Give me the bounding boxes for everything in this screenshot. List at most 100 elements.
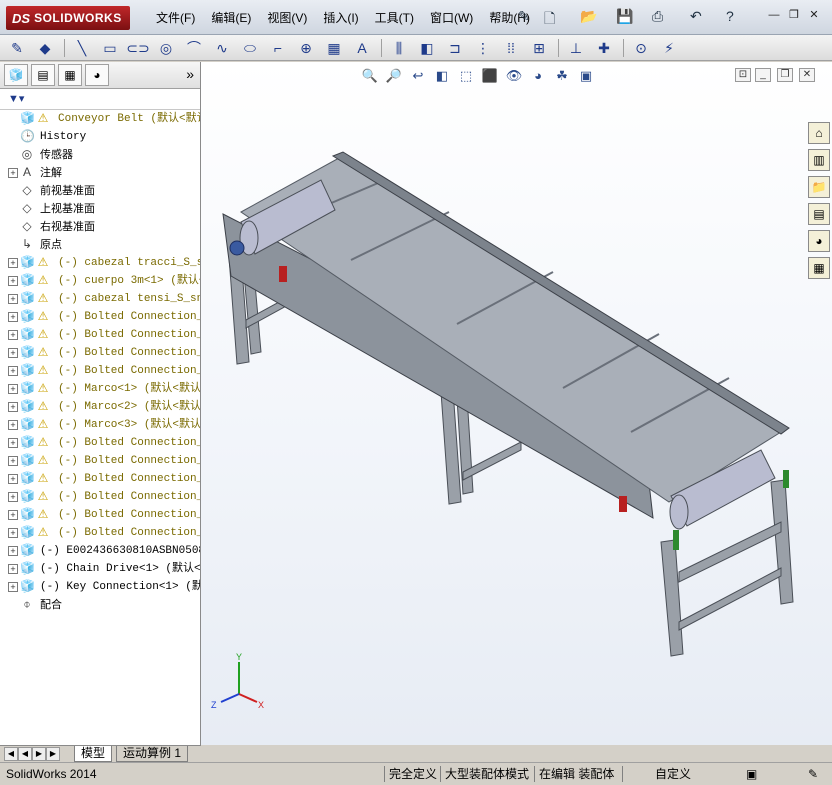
tab-motion-study[interactable]: 运动算例 1 <box>116 746 189 762</box>
first-tab-icon[interactable]: ◀ <box>4 747 18 761</box>
open-folder-icon[interactable]: 📂 <box>580 8 597 25</box>
text-icon[interactable]: A <box>349 38 375 58</box>
custom-properties-icon[interactable]: ▦ <box>808 257 830 279</box>
conveyor-model[interactable]: Y X Z <box>201 62 832 745</box>
expand-toggle-icon[interactable]: + <box>8 564 18 574</box>
tab-model[interactable]: 模型 <box>74 746 113 762</box>
expand-toggle-icon[interactable]: + <box>8 384 18 394</box>
prev-tab-icon[interactable]: ◀ <box>18 747 32 761</box>
tree-filter[interactable]: ▼▾ <box>0 89 200 110</box>
expand-toggle-icon[interactable]: + <box>8 510 18 520</box>
display-manager-tab-icon[interactable]: ◕ <box>85 64 109 86</box>
expand-toggle-icon[interactable]: + <box>8 168 18 178</box>
warning-icon: ⚠ <box>37 399 49 413</box>
solidworks-resources-icon[interactable]: ⌂ <box>808 122 830 144</box>
expand-toggle-icon[interactable]: + <box>8 348 18 358</box>
expand-toggle-icon[interactable]: + <box>8 474 18 484</box>
status-app-version: SolidWorks 2014 <box>6 767 97 781</box>
green-bracket <box>783 470 789 488</box>
menu-file[interactable]: 文件(F) <box>148 9 203 26</box>
last-tab-icon[interactable]: ▶ <box>46 747 60 761</box>
expand-toggle-icon[interactable]: + <box>8 582 18 592</box>
tree-item-label: (-) Bolted Connection_3 <box>58 437 200 449</box>
subassembly-icon: 🧊 <box>20 255 35 269</box>
expand-toggle-icon[interactable]: + <box>8 330 18 340</box>
sketch-icon[interactable]: ✎ <box>4 38 30 58</box>
centerline-icon[interactable]: ▦ <box>321 38 347 58</box>
subassembly-icon: 🧊 <box>20 327 35 341</box>
appearances-icon[interactable]: ◕ <box>808 230 830 252</box>
expand-toggle-icon[interactable]: + <box>8 420 18 430</box>
print-icon[interactable]: ⎙ <box>652 8 663 25</box>
slot-icon[interactable]: ⊂⊃ <box>125 38 151 58</box>
repair-sketch-icon[interactable]: ✚ <box>591 38 617 58</box>
expand-toggle-icon[interactable]: + <box>8 402 18 412</box>
help-question-icon[interactable]: ? <box>726 8 734 24</box>
offset-icon[interactable]: ⊐ <box>442 38 468 58</box>
expand-toggle-icon[interactable]: + <box>8 366 18 376</box>
ellipse-icon[interactable]: ⬭ <box>237 38 263 58</box>
warning-icon: ⚠ <box>37 381 49 395</box>
menu-window[interactable]: 窗口(W) <box>422 9 481 26</box>
menu-insert[interactable]: 插入(I) <box>315 9 366 26</box>
trim-icon[interactable]: ⫼ <box>386 38 412 58</box>
solidworks-logo[interactable]: DS SOLIDWORKS <box>6 6 130 30</box>
new-document-icon[interactable]: 🗋 <box>544 8 555 32</box>
convert-entities-icon[interactable]: ◧ <box>414 38 440 58</box>
rectangle-icon[interactable]: ▭ <box>97 38 123 58</box>
subassembly-icon: 🧊 <box>20 309 35 323</box>
pin-icon[interactable]: ✎ <box>518 8 530 25</box>
expand-toggle-icon[interactable]: + <box>8 456 18 466</box>
point-icon[interactable]: ⊕ <box>293 38 319 58</box>
arc-icon[interactable]: ⌒ <box>181 38 207 58</box>
smart-dimension-icon[interactable]: ◆ <box>32 38 58 58</box>
warning-icon: ⚠ <box>37 453 49 467</box>
menu-edit[interactable]: 编辑(E) <box>203 9 259 26</box>
subassembly-icon: 🧊 <box>20 453 35 467</box>
minimize-icon[interactable]: — <box>766 8 782 22</box>
subassembly-icon: 🧊 <box>20 579 35 593</box>
view-palette-icon[interactable]: ▤ <box>808 203 830 225</box>
menu-tools[interactable]: 工具(T) <box>367 9 422 26</box>
property-manager-tab-icon[interactable]: ▤ <box>31 64 55 86</box>
fillet-icon[interactable]: ⌐ <box>265 38 291 58</box>
save-icon[interactable]: 💾 <box>616 8 633 25</box>
status-editing: 在编辑 装配体 <box>534 766 614 782</box>
expand-toggle-icon[interactable]: + <box>8 258 18 268</box>
graphics-viewport[interactable]: 🔍 🔎 ↩ ◧ ⬚ ⬛ 👁 ◕ ☘ ▣ ⊡ _ ❐ ✕ Y X Z ⌂ ▥ 📁 … <box>201 62 832 745</box>
design-library-icon[interactable]: ▥ <box>808 149 830 171</box>
display-relations-icon[interactable]: ⊥ <box>563 38 589 58</box>
move-entities-icon[interactable]: ⊞ <box>526 38 552 58</box>
line-icon[interactable]: ╲ <box>69 38 95 58</box>
expand-toggle-icon[interactable]: + <box>8 528 18 538</box>
origin-icon: ↳ <box>21 237 33 251</box>
status-units[interactable]: 自定义 <box>622 766 719 782</box>
restore-icon[interactable]: ❐ <box>786 8 802 22</box>
close-icon[interactable]: ✕ <box>806 8 822 22</box>
more-tabs-icon[interactable]: » <box>186 66 194 82</box>
undo-icon[interactable]: ↶ <box>690 8 702 25</box>
tree-item-label: (-) Marco<1> (默认<默认 <box>58 383 200 395</box>
mirror-icon[interactable]: ⋮ <box>470 38 496 58</box>
expand-toggle-icon[interactable]: + <box>8 276 18 286</box>
instant2d-icon[interactable]: ⚡ <box>656 38 682 58</box>
status-icon[interactable]: ▣ <box>746 766 757 782</box>
circle-icon[interactable]: ◎ <box>153 38 179 58</box>
linear-pattern-icon[interactable]: ⁞⁞ <box>498 38 524 58</box>
expand-toggle-icon[interactable]: + <box>8 438 18 448</box>
warning-icon: ⚠ <box>37 111 49 125</box>
menu-view[interactable]: 视图(V) <box>259 9 315 26</box>
expand-toggle-icon[interactable]: + <box>8 546 18 556</box>
feature-tree-tab-icon[interactable]: 🧊 <box>4 64 28 86</box>
next-tab-icon[interactable]: ▶ <box>32 747 46 761</box>
expand-toggle-icon[interactable]: + <box>8 492 18 502</box>
filter-icon[interactable]: ▼▾ <box>8 93 24 105</box>
file-explorer-icon[interactable]: 📁 <box>808 176 830 198</box>
warning-icon: ⚠ <box>37 363 49 377</box>
spline-icon[interactable]: ∿ <box>209 38 235 58</box>
expand-toggle-icon[interactable]: + <box>8 312 18 322</box>
rapid-sketch-icon[interactable]: ⊙ <box>628 38 654 58</box>
configuration-manager-tab-icon[interactable]: ▦ <box>58 64 82 86</box>
expand-toggle-icon[interactable]: + <box>8 294 18 304</box>
rebuild-icon[interactable]: ✎ <box>808 766 818 782</box>
